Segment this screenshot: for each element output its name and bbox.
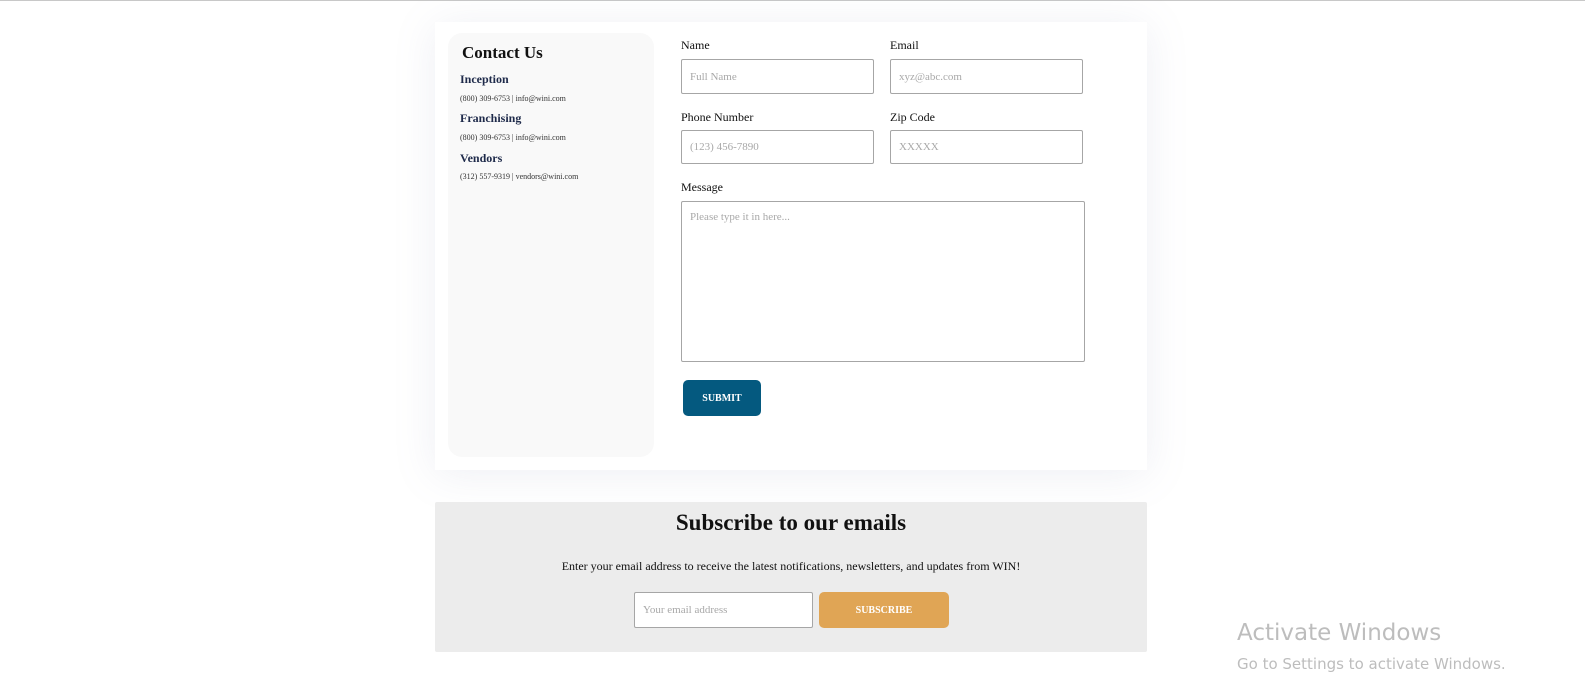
top-divider — [0, 0, 1585, 1]
phone-input[interactable] — [681, 130, 874, 164]
department-detail-franchising: (800) 309-6753 | info@wini.com — [460, 133, 566, 142]
subscribe-button[interactable]: SUBSCRIBE — [819, 592, 949, 628]
subscribe-description: Enter your email address to receive the … — [561, 559, 1021, 573]
department-heading-inception: Inception — [460, 72, 509, 86]
department-heading-franchising: Franchising — [460, 111, 522, 125]
department-heading-vendors: Vendors — [460, 151, 503, 165]
message-textarea[interactable] — [681, 201, 1085, 362]
name-input[interactable] — [681, 59, 874, 94]
department-detail-vendors: (312) 557-9319 | vendors@wini.com — [460, 172, 579, 181]
subscribe-title: Subscribe to our emails — [675, 510, 907, 535]
department-detail-inception: (800) 309-6753 | info@wini.com — [460, 94, 566, 103]
zip-label: Zip Code — [890, 110, 935, 124]
zip-input[interactable] — [890, 130, 1083, 164]
email-input[interactable] — [890, 59, 1083, 94]
phone-label: Phone Number — [681, 110, 754, 124]
activate-windows-title: Activate Windows — [1237, 620, 1442, 646]
name-label: Name — [681, 38, 710, 52]
contact-title: Contact Us — [462, 43, 543, 62]
activate-windows-subtitle: Go to Settings to activate Windows. — [1237, 655, 1506, 673]
email-label: Email — [890, 38, 919, 52]
submit-button[interactable]: SUBMIT — [683, 380, 761, 416]
subscribe-email-input[interactable] — [634, 592, 813, 628]
message-label: Message — [681, 180, 723, 194]
